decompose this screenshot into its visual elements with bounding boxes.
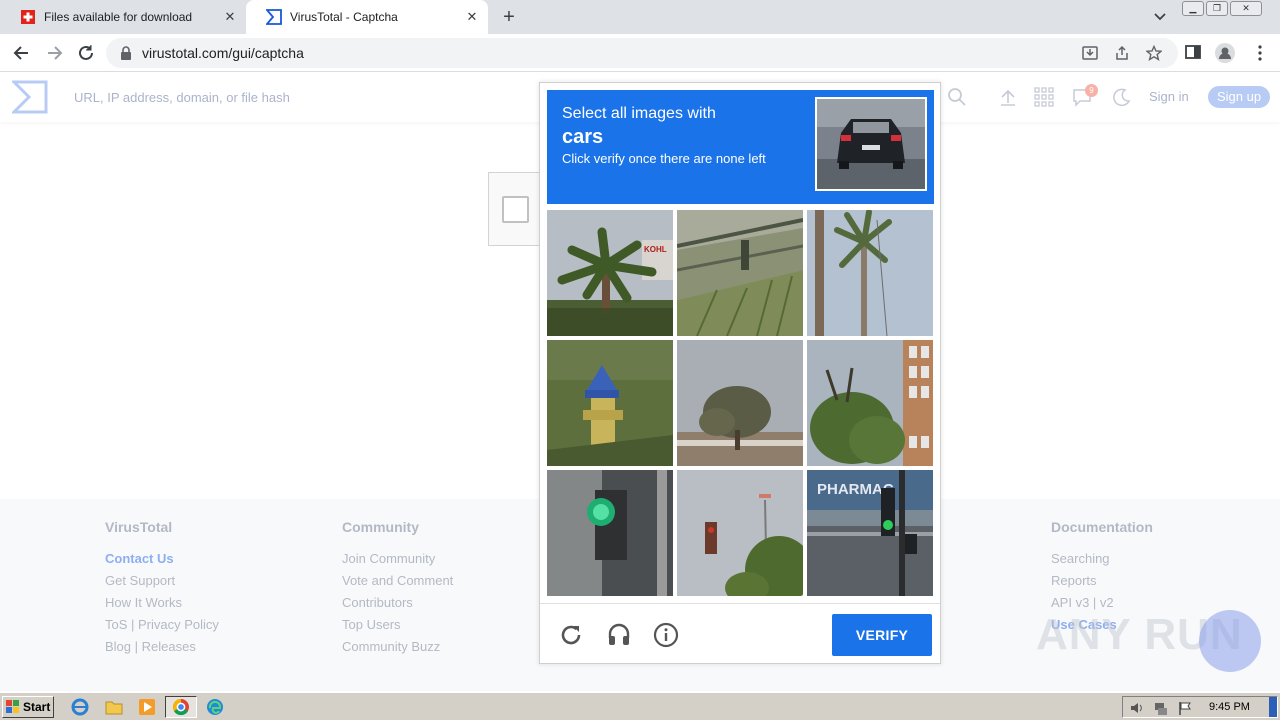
footer-link-tos-privacy[interactable]: ToS | Privacy Policy — [105, 617, 219, 639]
forward-arrow-icon[interactable] — [44, 43, 64, 63]
apps-grid-icon[interactable] — [1034, 87, 1054, 107]
recaptcha-checkbox[interactable] — [502, 196, 529, 223]
challenge-footer: VERIFY — [540, 603, 940, 663]
footer-link-join-community[interactable]: Join Community — [342, 551, 453, 573]
footer-link-contact-us[interactable]: Contact Us — [105, 551, 219, 573]
footer-heading: Documentation — [1051, 519, 1153, 535]
minimize-button[interactable]: ▁ — [1182, 1, 1204, 16]
internet-explorer-icon[interactable] — [71, 698, 89, 716]
tab-files-available[interactable]: Files available for download ✕ — [0, 0, 246, 34]
swiss-flag-icon — [20, 9, 36, 25]
show-desktop-button[interactable] — [1269, 697, 1277, 717]
footer-link-top-users[interactable]: Top Users — [342, 617, 453, 639]
recaptcha-challenge-dialog: Select all images with cars Click verify… — [539, 82, 941, 664]
start-button[interactable]: Start — [2, 696, 54, 718]
image-tile[interactable] — [547, 340, 673, 466]
image-tile[interactable] — [807, 210, 933, 336]
info-icon[interactable] — [653, 622, 679, 648]
tab-title: VirusTotal - Captcha — [290, 10, 398, 24]
footer-link-blog-releases[interactable]: Blog | Releases — [105, 639, 219, 661]
volume-icon[interactable] — [1129, 700, 1145, 716]
lock-icon — [120, 46, 132, 60]
footer-heading: VirusTotal — [105, 519, 173, 535]
taskbar-clock: 9:45 PM — [1209, 701, 1250, 713]
flag-notification-icon[interactable] — [1177, 700, 1193, 716]
reload-icon[interactable] — [76, 43, 96, 63]
image-tile[interactable] — [677, 210, 803, 336]
network-icon[interactable] — [1153, 700, 1169, 716]
install-app-icon[interactable] — [1082, 45, 1098, 61]
refresh-icon[interactable] — [558, 622, 584, 648]
browser-tab-strip: Files available for download ✕ VirusTota… — [0, 0, 1280, 34]
footer-link-how-it-works[interactable]: How It Works — [105, 595, 219, 617]
footer-link-get-support[interactable]: Get Support — [105, 573, 219, 595]
challenge-target: cars — [562, 126, 604, 148]
url-text: virustotal.com/gui/captcha — [142, 45, 304, 61]
close-tab-icon[interactable]: ✕ — [222, 9, 238, 25]
image-tile[interactable] — [677, 340, 803, 466]
browser-toolbar: virustotal.com/gui/captcha — [0, 34, 1280, 72]
svg-text:KOHL: KOHL — [644, 245, 667, 254]
image-tile[interactable] — [547, 470, 673, 596]
restore-button[interactable]: ❐ — [1206, 1, 1228, 16]
taskbar-item-chrome[interactable] — [165, 696, 197, 718]
close-tab-icon[interactable]: ✕ — [464, 9, 480, 25]
virustotal-logo-icon — [266, 9, 282, 25]
new-tab-button[interactable]: + — [498, 6, 520, 28]
footer-column-community: Community Join Community Vote and Commen… — [342, 519, 453, 661]
search-icon[interactable] — [947, 87, 967, 107]
footer-link-contributors[interactable]: Contributors — [342, 595, 453, 617]
window-controls: ▁ ❐ ✕ — [1182, 1, 1262, 16]
challenge-header: Select all images with cars Click verify… — [547, 90, 934, 204]
share-icon[interactable] — [1114, 45, 1130, 61]
image-tile[interactable]: PHARMAC — [807, 470, 933, 596]
footer-link-community-buzz[interactable]: Community Buzz — [342, 639, 453, 661]
file-explorer-icon[interactable] — [105, 698, 123, 716]
recaptcha-anchor — [488, 172, 542, 246]
profile-avatar-icon[interactable] — [1215, 43, 1235, 63]
upload-icon[interactable] — [998, 87, 1018, 107]
footer-heading: Community — [342, 519, 419, 535]
image-tile[interactable] — [677, 470, 803, 596]
media-player-icon[interactable] — [138, 698, 156, 716]
search-placeholder: URL, IP address, domain, or file hash — [74, 90, 290, 105]
bookmark-star-icon[interactable] — [1145, 44, 1163, 61]
verify-button[interactable]: VERIFY — [832, 614, 932, 656]
virustotal-logo-icon[interactable] — [10, 80, 48, 114]
tab-title: Files available for download — [44, 10, 193, 24]
footer-link-searching[interactable]: Searching — [1051, 551, 1153, 573]
image-tile-grid: KOHL PHARMAC — [547, 210, 935, 598]
audio-headphones-icon[interactable] — [606, 622, 632, 648]
edge-icon[interactable] — [206, 698, 224, 716]
sign-in-link[interactable]: Sign in — [1149, 89, 1189, 104]
challenge-hint: Click verify once there are none left — [562, 151, 766, 166]
back-arrow-icon[interactable] — [12, 43, 32, 63]
sign-up-button[interactable]: Sign up — [1208, 86, 1270, 108]
close-window-button[interactable]: ✕ — [1230, 1, 1262, 16]
dark-mode-moon-icon[interactable] — [1112, 87, 1132, 107]
tab-virustotal-captcha[interactable]: VirusTotal - Captcha ✕ — [246, 0, 488, 34]
sample-car-image — [815, 97, 927, 191]
footer-link-vote-comment[interactable]: Vote and Comment — [342, 573, 453, 595]
side-panel-icon[interactable] — [1184, 43, 1204, 63]
start-label: Start — [23, 700, 51, 714]
windows-taskbar: Start 9:45 PM — [0, 692, 1280, 720]
notification-count-badge: 9 — [1085, 84, 1098, 97]
anyrun-logo-icon — [1199, 610, 1261, 672]
image-tile[interactable]: KOHL — [547, 210, 673, 336]
system-tray: 9:45 PM — [1122, 696, 1278, 718]
kebab-menu-icon[interactable] — [1250, 43, 1270, 63]
image-tile[interactable] — [807, 340, 933, 466]
challenge-instruction: Select all images with — [562, 105, 716, 122]
windows-logo-icon — [6, 700, 20, 714]
address-bar[interactable]: virustotal.com/gui/captcha — [106, 38, 1178, 68]
tab-search-chevron-icon[interactable] — [1150, 8, 1170, 26]
footer-link-reports[interactable]: Reports — [1051, 573, 1153, 595]
chrome-icon — [172, 698, 189, 716]
footer-column-virustotal: VirusTotal Contact Us Get Support How It… — [105, 519, 219, 661]
